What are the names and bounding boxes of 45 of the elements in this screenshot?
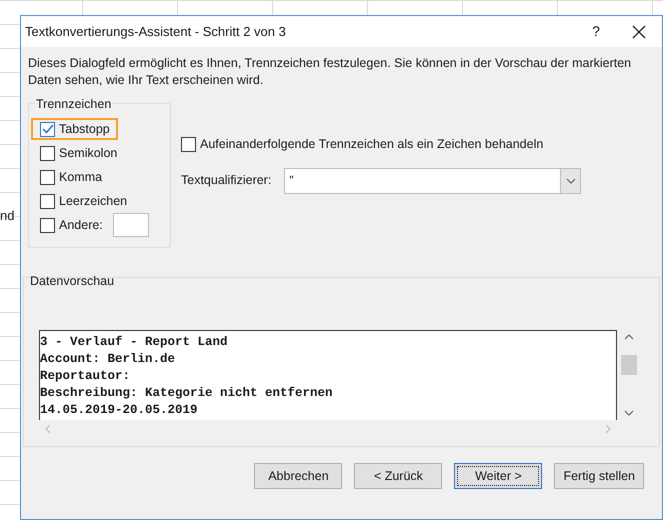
checkbox[interactable] <box>40 146 55 160</box>
qualifier-dropdown[interactable]: " <box>284 168 582 194</box>
help-button[interactable]: ? <box>576 16 616 46</box>
close-icon <box>632 24 646 38</box>
checkbox[interactable] <box>40 170 55 184</box>
chevron-up-icon <box>624 334 634 340</box>
checkbox[interactable] <box>40 218 55 232</box>
checkbox-row[interactable]: Andere: <box>31 214 157 236</box>
preview-line: Beschreibung: Kategorie nicht entfernen <box>40 385 334 402</box>
chevron-down-icon <box>624 410 634 416</box>
consecutive-checkbox-row[interactable]: Aufeinanderfolgende Trennzeichen als ein Zeichen behandeln <box>181 135 582 154</box>
input-field[interactable] <box>112 213 149 237</box>
checkbox-label: Tabstopp <box>59 120 110 138</box>
checkbox-row[interactable]: Komma <box>31 166 110 188</box>
chevron-left-icon <box>45 424 51 434</box>
checkbox[interactable] <box>181 136 196 152</box>
group-title: Datenvorschau <box>30 273 114 290</box>
preview-line: 3 - Verlauf - Report Land <box>40 334 229 351</box>
checkbox[interactable] <box>40 122 55 136</box>
checkbox-label: Aufeinanderfolgende Trennzeichen als ein Zeichen behandeln <box>200 136 544 153</box>
dialog-button[interactable]: Weiter > <box>454 463 542 489</box>
preview-line: 14.05.2019-20.05.2019 <box>40 402 199 419</box>
checkmark-icon <box>42 124 54 134</box>
checkbox-label: Andere: <box>59 216 103 234</box>
checkbox-label: Leerzeichen <box>59 192 128 210</box>
checkbox-label: Semikolon <box>59 144 118 162</box>
dropdown-value: " <box>288 172 295 189</box>
dropdown-arrow-button[interactable] <box>560 168 580 193</box>
checkbox-row[interactable]: Leerzeichen <box>31 190 136 212</box>
highlighted-checkbox-row[interactable]: Tabstopp <box>31 118 118 140</box>
dialog-button[interactable]: Fertig stellen <box>554 463 644 489</box>
window-title: Textkonvertierungs-Assistent - Schritt 2 von 3 <box>25 22 287 41</box>
dialog-button[interactable]: < Zurück <box>354 463 442 489</box>
dialog-button[interactable]: Abbrechen <box>254 463 342 489</box>
chevron-down-icon <box>566 178 576 184</box>
checkbox-label: Komma <box>59 168 102 186</box>
scrollbar-thumb[interactable] <box>621 355 637 375</box>
checkbox[interactable] <box>40 194 55 208</box>
chevron-right-icon <box>605 424 611 434</box>
preview-line: Account: Berlin.de <box>40 351 176 368</box>
cell-text: nd <box>0 207 14 225</box>
preview-line: Reportautor: <box>40 368 132 385</box>
checkbox-row[interactable]: Semikolon <box>31 142 126 164</box>
description-text: Dieses Dialogfeld ermöglicht es Ihnen, Trennzeichen festzulegen. Sie können in der Vorschau der markierten Daten sehen, wie Ihr Text erscheinen wird. <box>27 55 632 89</box>
field-label: Textqualifizierer: <box>181 172 272 190</box>
